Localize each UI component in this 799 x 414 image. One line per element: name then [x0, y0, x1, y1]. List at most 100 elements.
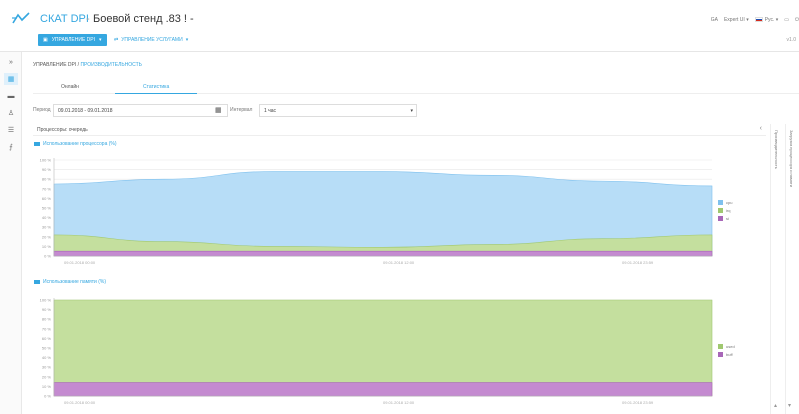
calendar-icon[interactable]: ▦	[215, 106, 222, 114]
chart-cpu-title-text: Использование процессора (%)	[43, 141, 117, 147]
panel-header: Процессоры: очередь ‹	[33, 124, 766, 136]
right-panel-cpu-memory[interactable]: Загрузка процессора и памяти	[785, 124, 799, 414]
legend-item[interactable]: si	[718, 214, 732, 222]
tab-online[interactable]: Онлайн	[33, 80, 107, 94]
legend-item[interactable]: used	[718, 342, 735, 350]
dashboard-icon[interactable]: ▦	[4, 73, 18, 85]
y-tick-label: 100 %	[40, 158, 52, 163]
y-tick-label: 80 %	[42, 177, 52, 182]
interval-label: Интервал	[230, 107, 253, 113]
legend-swatch	[718, 351, 723, 357]
area-series-buff[interactable]	[53, 382, 713, 397]
chart-memory-legend: used buff	[718, 342, 735, 358]
period-label: Период	[33, 107, 51, 113]
view-tabs: Онлайн Статистика	[33, 80, 799, 94]
legend-swatch	[718, 343, 723, 349]
x-tick-label: 09.01.2018 23:59	[622, 260, 654, 265]
y-tick-label: 0 %	[44, 254, 51, 259]
chart-cpu-title[interactable]: Использование процессора (%)	[34, 141, 117, 147]
app-header: СКАТ DPI - Боевой стенд .83 ! - GA Exper…	[0, 0, 799, 52]
legend-label: buff	[726, 351, 733, 357]
x-tick-label: 09.01.2018 12:00	[383, 400, 415, 405]
legend-item[interactable]: buff	[718, 350, 735, 358]
y-tick-label: 100 %	[40, 298, 52, 303]
tab-services-management-label: УПРАВЛЕНИЕ УСЛУГАМИ	[121, 37, 183, 43]
interval-value: 1 час	[264, 108, 277, 114]
period-value: 09.01.2018 - 09.01.2018	[58, 108, 113, 114]
legend-swatch	[718, 215, 723, 221]
y-tick-label: 20 %	[42, 374, 52, 379]
version-label: v1.0	[786, 37, 796, 43]
chart-cpu: 100 % 90 % 80 % 70 % 60 % 50 % 40 % 30 % 20 % 10 …	[40, 158, 713, 265]
x-tick-label: 09.01.2018 12:00	[383, 260, 415, 265]
users-icon[interactable]: ♙	[4, 107, 18, 119]
app-brand[interactable]: СКАТ DPI	[40, 13, 89, 25]
collapse-icon[interactable]: ‹	[760, 125, 762, 132]
right-panel-cpu-memory-label: Загрузка процессора и памяти	[789, 130, 794, 187]
y-tick-label: 80 %	[42, 317, 52, 322]
tab-dpi-management-label: УПРАВЛЕНИЕ DPI	[51, 37, 95, 43]
breadcrumb: УПРАВЛЕНИЕ DPI / ПРОИЗВОДИТЕЛЬНОСТЬ	[33, 62, 142, 68]
chart-memory-title-text: Использование памяти (%)	[43, 279, 106, 285]
chart-icon	[34, 280, 40, 284]
user-menu[interactable]: Expert UI ▾	[724, 17, 749, 23]
arrows-icon: ⇄	[114, 37, 119, 43]
legend-label: cpu	[726, 199, 733, 205]
power-icon[interactable]: ⏻	[795, 17, 799, 23]
interval-select[interactable]: 1 час ▾	[259, 104, 417, 117]
y-tick-label: 90 %	[42, 167, 52, 172]
y-tick-label: 50 %	[42, 346, 52, 351]
x-tick-label: 09.01.2018 00:00	[64, 400, 96, 405]
server-icon[interactable]: ▬	[4, 90, 18, 102]
header-right-controls: GA Expert UI ▾ Рус. ▾ ▭ ⏻	[711, 14, 799, 26]
y-tick-label: 10 %	[42, 244, 52, 249]
tab-services-management[interactable]: ⇄ УПРАВЛЕНИЕ УСЛУГАМИ ▾	[114, 34, 188, 46]
tab-dpi-management[interactable]: ▣ УПРАВЛЕНИЕ DPI ▾	[38, 34, 107, 46]
area-series-si[interactable]	[53, 250, 713, 257]
y-tick-label: 50 %	[42, 206, 52, 211]
window-icon[interactable]: ▭	[784, 17, 789, 23]
filter-bar: Период 09.01.2018 - 09.01.2018 ▦ Интерва…	[33, 104, 418, 118]
y-tick-label: 90 %	[42, 307, 52, 312]
area-series-used[interactable]	[53, 299, 713, 397]
title-separator: -	[86, 13, 90, 25]
legend-item[interactable]: cpu	[718, 198, 732, 206]
device-name: Боевой стенд .83 ! -	[93, 13, 194, 25]
legend-label: used	[726, 343, 735, 349]
legend-swatch	[718, 207, 723, 213]
breadcrumb-current[interactable]: ПРОИЗВОДИТЕЛЬНОСТЬ	[80, 62, 141, 68]
chart-icon	[34, 142, 40, 146]
right-panel-performance[interactable]: Производительность	[770, 124, 785, 414]
chart-memory-title[interactable]: Использование памяти (%)	[34, 279, 106, 285]
y-tick-label: 40 %	[42, 355, 52, 360]
chevron-down-icon: ▾	[99, 37, 102, 43]
y-tick-label: 0 %	[44, 394, 51, 399]
y-tick-label: 70 %	[42, 186, 52, 191]
scroll-down-icon[interactable]: ▾	[788, 402, 791, 409]
x-tick-label: 09.01.2018 23:59	[622, 400, 654, 405]
y-tick-label: 30 %	[42, 225, 52, 230]
chart-memory: 100 % 90 % 80 % 70 % 60 % 50 % 40 % 30 % 20 % 10 …	[40, 298, 713, 405]
tab-statistics[interactable]: Статистика	[115, 80, 198, 94]
list-icon[interactable]: ☰	[4, 124, 18, 136]
chart-cpu-legend: cpu irq si	[718, 198, 732, 222]
legend-label: si	[726, 215, 729, 221]
breadcrumb-root[interactable]: УПРАВЛЕНИЕ DPI	[33, 62, 76, 68]
language-select[interactable]: Рус. ▾	[754, 17, 778, 23]
user-badge: GA	[710, 17, 718, 23]
panel-title: Процессоры: очередь	[37, 127, 88, 133]
legend-swatch	[718, 199, 723, 205]
y-tick-label: 60 %	[42, 336, 52, 341]
right-panel-performance-label: Производительность	[774, 130, 779, 169]
chevron-down-icon: ▾	[185, 37, 189, 43]
scroll-up-icon[interactable]: ▴	[774, 402, 777, 409]
logo-icon[interactable]	[11, 11, 31, 25]
expand-icon[interactable]: »	[4, 56, 18, 68]
legend-label: irq	[726, 207, 731, 213]
y-tick-label: 60 %	[42, 196, 52, 201]
y-tick-label: 20 %	[42, 234, 52, 239]
period-input[interactable]: 09.01.2018 - 09.01.2018	[53, 104, 228, 117]
y-tick-label: 30 %	[42, 365, 52, 370]
legend-item[interactable]: irq	[718, 206, 732, 214]
chart-icon[interactable]: ⨍	[4, 141, 18, 153]
